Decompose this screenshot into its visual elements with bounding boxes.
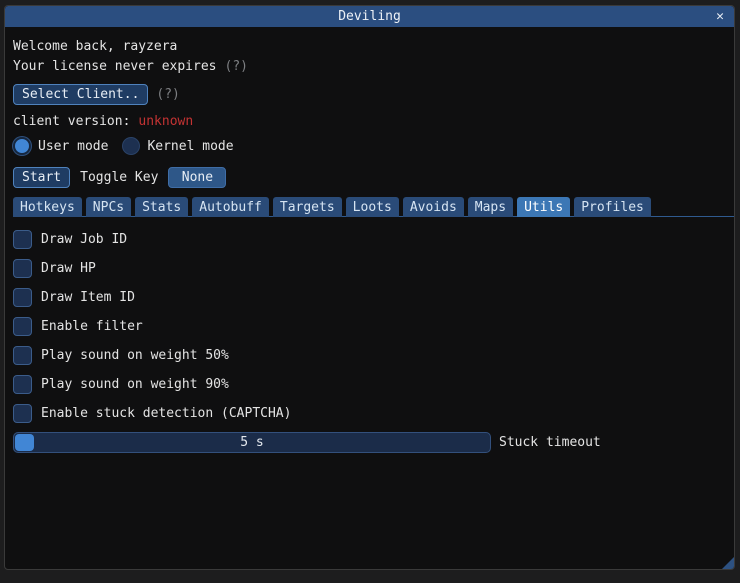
draw-hp-checkbox[interactable] <box>13 259 32 278</box>
tab-avoids[interactable]: Avoids <box>403 197 464 217</box>
sound-weight-50-checkbox[interactable] <box>13 346 32 365</box>
checkbox-row-stuck-detection[interactable]: Enable stuck detection (CAPTCHA) <box>13 399 734 428</box>
checkbox-row-draw-hp[interactable]: Draw HP <box>13 254 734 283</box>
tab-hotkeys[interactable]: Hotkeys <box>13 197 82 217</box>
toggle-key-label: Toggle Key <box>80 170 158 185</box>
select-client-button[interactable]: Select Client.. <box>13 84 148 105</box>
enable-filter-label: Enable filter <box>41 319 143 334</box>
checkbox-row-enable-filter[interactable]: Enable filter <box>13 312 734 341</box>
tab-stats[interactable]: Stats <box>135 197 188 217</box>
tab-autobuff[interactable]: Autobuff <box>192 197 269 217</box>
tab-loots[interactable]: Loots <box>346 197 399 217</box>
resize-grip[interactable] <box>722 557 734 569</box>
user-mode-option[interactable]: User mode <box>13 137 108 155</box>
user-mode-label: User mode <box>38 139 108 154</box>
slider-value: 5 s <box>240 435 263 450</box>
select-client-help-icon[interactable]: (?) <box>156 87 179 102</box>
draw-hp-label: Draw HP <box>41 261 96 276</box>
slider-handle[interactable] <box>15 434 34 451</box>
stuck-detection-label: Enable stuck detection (CAPTCHA) <box>41 406 291 421</box>
kernel-mode-option[interactable]: Kernel mode <box>122 137 233 155</box>
stuck-timeout-row: 5 s Stuck timeout <box>13 428 734 457</box>
license-text: Your license never expires <box>13 59 217 74</box>
checkbox-row-sound-weight-90[interactable]: Play sound on weight 90% <box>13 370 734 399</box>
license-help-icon[interactable]: (?) <box>225 59 248 74</box>
sound-weight-90-label: Play sound on weight 90% <box>41 377 229 392</box>
user-mode-radio[interactable] <box>13 137 31 155</box>
checkbox-row-draw-item-id[interactable]: Draw Item ID <box>13 283 734 312</box>
title-bar[interactable]: Deviling ✕ <box>5 6 734 27</box>
checkbox-row-sound-weight-50[interactable]: Play sound on weight 50% <box>13 341 734 370</box>
tab-bar: Hotkeys NPCs Stats Autobuff Targets Loot… <box>13 197 734 217</box>
welcome-text: Welcome back, rayzera <box>13 39 177 54</box>
enable-filter-checkbox[interactable] <box>13 317 32 336</box>
tab-utils[interactable]: Utils <box>517 197 570 217</box>
window-content: Welcome back, rayzera Your license never… <box>5 36 734 457</box>
stuck-detection-checkbox[interactable] <box>13 404 32 423</box>
close-icon[interactable]: ✕ <box>716 6 724 27</box>
sound-weight-50-label: Play sound on weight 50% <box>41 348 229 363</box>
sound-weight-90-checkbox[interactable] <box>13 375 32 394</box>
toggle-key-button[interactable]: None <box>168 167 226 188</box>
kernel-mode-radio[interactable] <box>122 137 140 155</box>
client-version-label: client version: <box>13 114 130 129</box>
tab-maps[interactable]: Maps <box>468 197 513 217</box>
tab-npcs[interactable]: NPCs <box>86 197 131 217</box>
checkbox-row-draw-job-id[interactable]: Draw Job ID <box>13 225 734 254</box>
stuck-timeout-slider[interactable]: 5 s <box>13 432 491 453</box>
start-button[interactable]: Start <box>13 167 70 188</box>
client-version-value: unknown <box>138 114 193 129</box>
draw-job-id-checkbox[interactable] <box>13 230 32 249</box>
tab-profiles[interactable]: Profiles <box>574 197 651 217</box>
draw-item-id-checkbox[interactable] <box>13 288 32 307</box>
stuck-timeout-label: Stuck timeout <box>499 435 601 450</box>
utils-panel: Draw Job ID Draw HP Draw Item ID Enable … <box>13 225 734 457</box>
tab-targets[interactable]: Targets <box>273 197 342 217</box>
draw-item-id-label: Draw Item ID <box>41 290 135 305</box>
window-title: Deviling <box>338 9 401 24</box>
draw-job-id-label: Draw Job ID <box>41 232 127 247</box>
app-window: Deviling ✕ Welcome back, rayzera Your li… <box>4 5 735 570</box>
kernel-mode-label: Kernel mode <box>147 139 233 154</box>
